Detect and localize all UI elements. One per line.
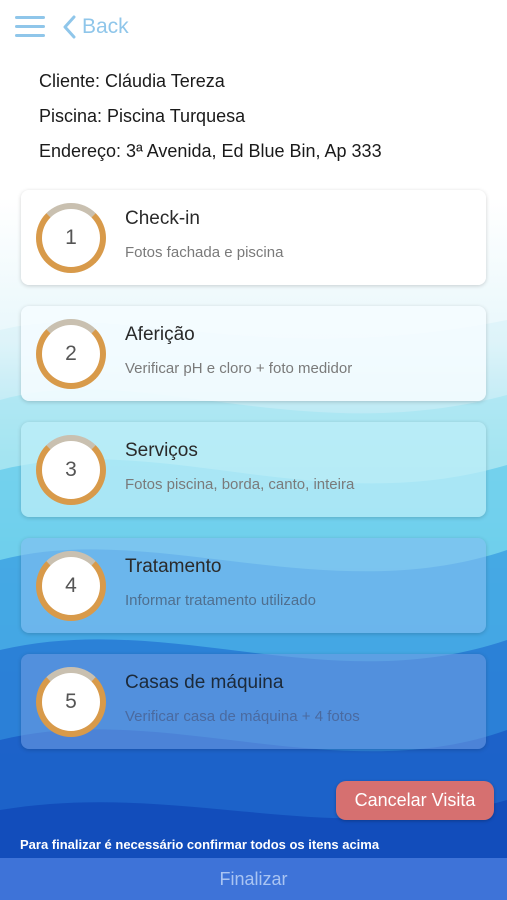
step-title: Aferição — [125, 324, 195, 345]
step-card-check-in[interactable]: 1 Check-in Fotos fachada e piscina — [21, 190, 486, 285]
step-subtitle: Verificar casa de máquina + 4 fotos — [125, 708, 360, 725]
step-number-circle: 2 — [36, 319, 106, 389]
step-subtitle: Fotos piscina, borda, canto, inteira — [125, 476, 355, 493]
step-card-servicos[interactable]: 3 Serviços Fotos piscina, borda, canto, … — [21, 422, 486, 517]
step-number: 3 — [65, 458, 77, 481]
address: Endereço: 3ª Avenida, Ed Blue Bin, Ap 33… — [39, 141, 382, 161]
step-title: Check-in — [125, 208, 200, 229]
step-subtitle: Informar tratamento utilizado — [125, 592, 316, 609]
step-number-circle: 5 — [36, 667, 106, 737]
step-subtitle: Verificar pH e cloro + foto medidor — [125, 360, 353, 377]
chevron-left-icon — [63, 15, 76, 39]
step-card-casas-de-maquina[interactable]: 5 Casas de máquina Verificar casa de máq… — [21, 654, 486, 749]
step-number: 2 — [65, 342, 77, 365]
step-title: Tratamento — [125, 556, 222, 577]
finalize-button[interactable]: Finalizar — [0, 858, 507, 900]
cancel-visit-button[interactable]: Cancelar Visita — [336, 781, 494, 820]
pool-name: Piscina: Piscina Turquesa — [39, 106, 246, 126]
top-bar: Back — [0, 0, 507, 56]
step-card-afericao[interactable]: 2 Aferição Verificar pH e cloro + foto m… — [21, 306, 486, 401]
back-button[interactable]: Back — [62, 12, 129, 42]
client-name: Cliente: Cláudia Tereza — [39, 71, 225, 91]
step-number: 4 — [65, 574, 77, 597]
step-number-circle: 3 — [36, 435, 106, 505]
visit-info: Cliente: Cláudia Tereza Piscina: Piscina… — [39, 70, 382, 175]
hamburger-menu-icon[interactable] — [15, 16, 45, 38]
back-label: Back — [82, 15, 129, 38]
step-title: Serviços — [125, 440, 198, 461]
step-number-circle: 4 — [36, 551, 106, 621]
step-number: 5 — [65, 690, 77, 713]
step-card-tratamento[interactable]: 4 Tratamento Informar tratamento utiliza… — [21, 538, 486, 633]
step-number: 1 — [65, 226, 77, 249]
step-title: Casas de máquina — [125, 672, 284, 693]
finalize-notice: Para finalizar é necessário confirmar to… — [20, 837, 380, 852]
step-number-circle: 1 — [36, 203, 106, 273]
step-subtitle: Fotos fachada e piscina — [125, 244, 284, 261]
